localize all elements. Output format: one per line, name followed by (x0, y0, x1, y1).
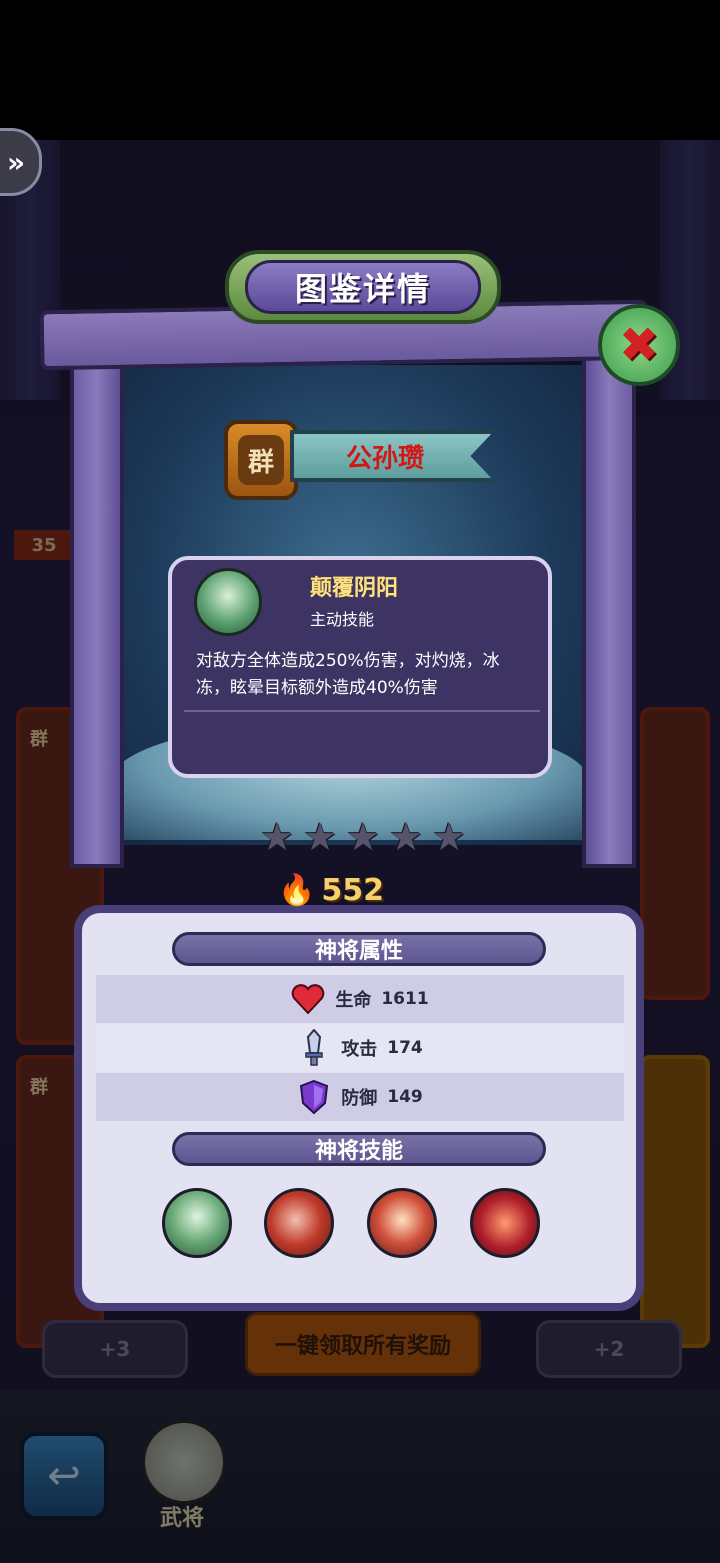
power-value: 552 (321, 872, 384, 908)
stat-label: 防御 (341, 1088, 378, 1109)
shield-icon (297, 1079, 331, 1115)
skill-3-icon[interactable] (367, 1188, 437, 1258)
skills-header: 神将技能 (172, 1132, 546, 1166)
stat-row-attack: 攻击 174 (96, 1024, 624, 1072)
tooltip-skill-name: 颠覆阴阳 (310, 576, 399, 601)
title-inner: 图鉴详情 (245, 260, 481, 314)
page-title: 图鉴详情 (294, 270, 431, 308)
stat-value: 174 (387, 1038, 423, 1058)
skill-tooltip: 颠覆阴阳 主动技能 对敌方全体造成250%伤害，对灼烧，冰冻，眩晕目标额外造成4… (168, 556, 552, 778)
star-icon: ★ (388, 815, 424, 859)
hero-name-banner: 公孙瓒 (290, 430, 495, 482)
heart-icon (291, 982, 325, 1016)
star-icon: ★ (431, 815, 467, 859)
faction-badge: 群 (224, 420, 298, 500)
skill-2-icon[interactable] (264, 1188, 334, 1258)
frame-right-pillar (582, 340, 636, 868)
close-icon: ✖ (618, 317, 660, 373)
skill-1-icon (194, 568, 262, 636)
star-icon: ★ (259, 815, 295, 859)
stat-label: 生命 (335, 990, 372, 1011)
attributes-header: 神将属性 (172, 932, 546, 966)
power-display: 🔥 552 (278, 866, 384, 914)
close-button[interactable]: ✖ (598, 304, 680, 386)
stat-row-hp: 生命 1611 (96, 975, 624, 1023)
double-chevron-icon: » (6, 145, 26, 179)
star-rating: ★ ★ ★ ★ ★ (258, 818, 468, 858)
skill-4-icon[interactable] (470, 1188, 540, 1258)
frame-left-pillar (70, 340, 124, 868)
sword-icon (297, 1029, 331, 1066)
title-plate: 图鉴详情 (225, 250, 501, 324)
stat-value: 149 (387, 1087, 423, 1107)
tooltip-skill-type: 主动技能 (310, 610, 375, 629)
tooltip-divider (184, 710, 540, 712)
star-icon: ★ (302, 815, 338, 859)
hero-name: 公孙瓒 (346, 443, 425, 474)
stat-value: 1611 (381, 989, 429, 1009)
faction-label: 群 (238, 435, 284, 485)
flame-icon: 🔥 (278, 872, 316, 908)
tooltip-skill-description: 对敌方全体造成250%伤害，对灼烧，冰冻，眩晕目标额外造成40%伤害 (196, 651, 500, 698)
stat-label: 攻击 (341, 1039, 378, 1060)
skill-1-icon[interactable] (162, 1188, 232, 1258)
star-icon: ★ (345, 815, 381, 859)
stat-row-defense: 防御 149 (96, 1073, 624, 1121)
